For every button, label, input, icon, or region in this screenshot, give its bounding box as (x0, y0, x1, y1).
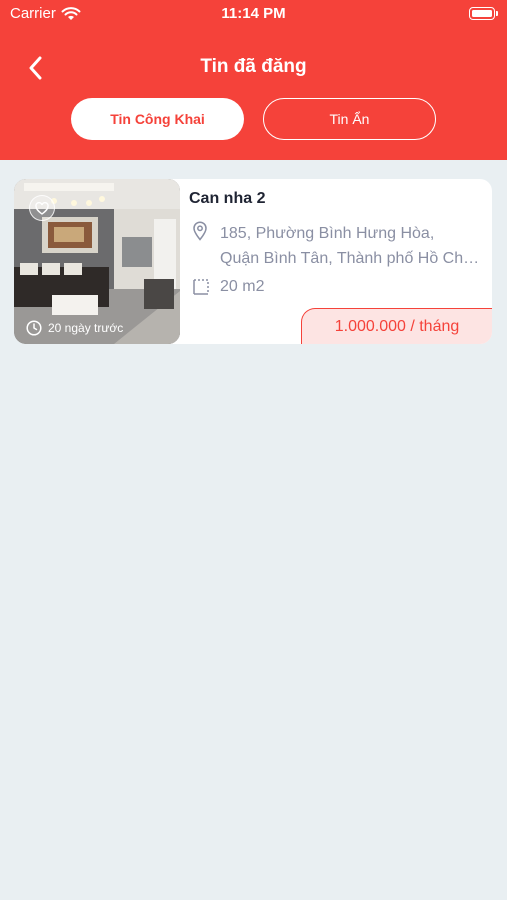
favorite-button[interactable] (29, 195, 55, 221)
battery-icon (469, 7, 498, 20)
posted-time-label: 20 ngày trước (48, 321, 124, 335)
tab-public-listings[interactable]: Tin Công Khai (71, 98, 244, 140)
listing-title[interactable]: Can nha 2 (189, 190, 265, 208)
listing-thumbnail[interactable]: 20 ngày trước (14, 179, 180, 344)
status-time: 11:14 PM (221, 5, 286, 22)
header-bar: Carrier 11:14 PM Tin đã đăng Tin Công Kh… (0, 0, 507, 160)
area-icon (193, 279, 209, 295)
heart-icon (35, 201, 49, 215)
page-title: Tin đã đăng (200, 56, 307, 77)
listing-area: 20 m2 (220, 278, 265, 295)
clock-icon (26, 320, 42, 336)
listing-card[interactable]: 20 ngày trước Can nha 2 185, Phường Bình… (14, 179, 492, 344)
listing-address: 185, Phường Bình Hưng Hòa, Quận Bình Tân… (220, 221, 482, 271)
posted-time: 20 ngày trước (26, 320, 123, 336)
listing-price-badge: 1.000.000 / tháng (301, 308, 492, 344)
address-line-2: Quận Bình Tân, Thành phố Hồ Chí Minh (220, 250, 482, 267)
location-pin-icon (193, 221, 207, 241)
status-bar: Carrier 11:14 PM (0, 0, 507, 30)
address-line-1: 185, Phường Bình Hưng Hòa, (220, 225, 435, 242)
tab-hidden-listings[interactable]: Tin Ẩn (263, 98, 436, 140)
